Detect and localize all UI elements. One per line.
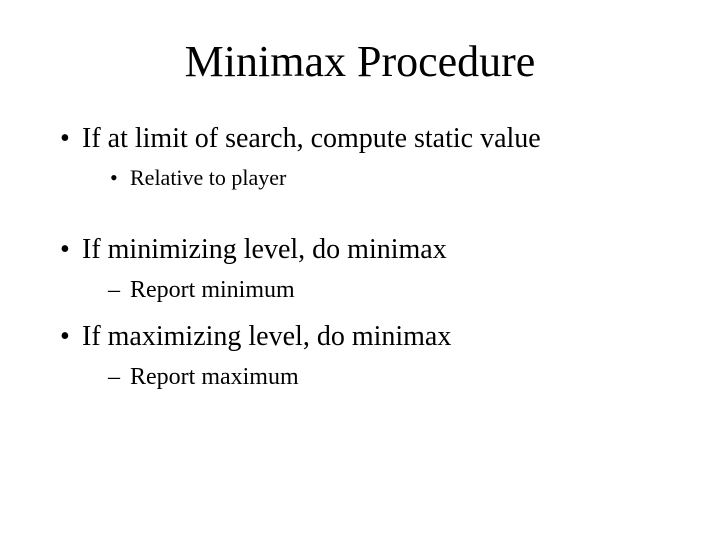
bullet-level2: Report maximum xyxy=(60,362,660,392)
bullet-level1: If at limit of search, compute static va… xyxy=(60,121,660,156)
bullet-level1: If maximizing level, do minimax xyxy=(60,319,660,354)
bullet-level2: Report minimum xyxy=(60,275,660,305)
slide-title: Minimax Procedure xyxy=(60,36,660,87)
bullet-level2: Relative to player xyxy=(60,164,660,192)
slide: Minimax Procedure If at limit of search,… xyxy=(0,0,720,540)
bullet-level1: If minimizing level, do minimax xyxy=(60,232,660,267)
